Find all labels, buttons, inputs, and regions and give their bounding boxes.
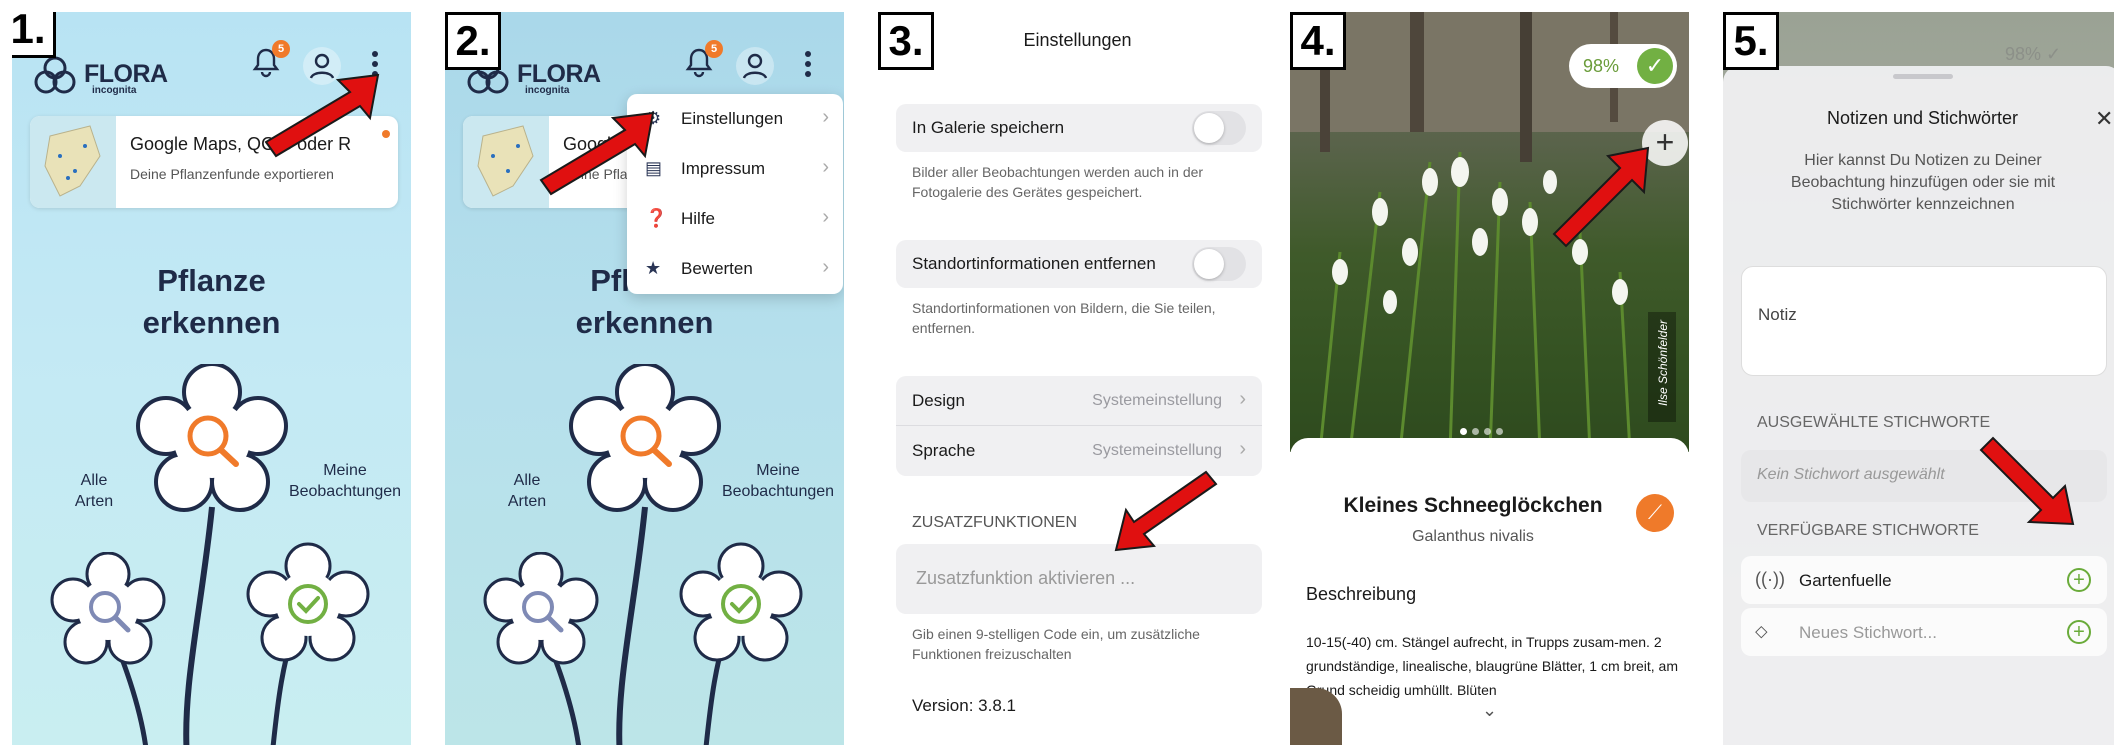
- edit-species-button[interactable]: ⟋: [1636, 494, 1674, 532]
- tag-icon: ⬦: [1755, 621, 1768, 641]
- add-tag-icon[interactable]: +: [2067, 620, 2091, 644]
- add-tag-icon[interactable]: +: [2067, 568, 2091, 592]
- description-heading: Beschreibung: [1306, 584, 1417, 604]
- menu-item-help[interactable]: ❓ Hilfe ›: [627, 194, 843, 244]
- sheet-title: Notizen und Stichwörter: [1826, 108, 2019, 128]
- page-title: Einstellungen: [1023, 30, 1132, 50]
- chevron-right-icon: ›: [822, 156, 829, 178]
- identify-plant-heading: Pflanze erkennen: [142, 263, 281, 340]
- more-vertical-icon: [805, 51, 811, 77]
- red-arrow-pointer: [264, 73, 380, 158]
- location-toggle[interactable]: [1192, 247, 1246, 281]
- language-row[interactable]: Sprache Systemeinstellung ›: [896, 426, 1262, 476]
- screenshot-home: 1. FLORA incognita 5 Google Maps, QGIS o…: [12, 12, 411, 745]
- logo-subtitle: incognita: [92, 85, 137, 96]
- chevron-right-icon: ›: [1239, 438, 1246, 460]
- photo-credit: Ilse Schönfelder: [1648, 312, 1676, 422]
- appearance-group: Design Systemeinstellung › Sprache Syste…: [896, 376, 1262, 476]
- close-icon[interactable]: ✕: [2095, 106, 2113, 132]
- chevron-right-icon: ›: [822, 206, 829, 228]
- broadcast-icon: ((·)): [1755, 569, 1785, 589]
- plant-info-sheet: Kleines Schneeglöckchen Galanthus nivali…: [1290, 438, 1689, 745]
- my-observations-label: Meine Beobachtungen: [721, 462, 835, 500]
- description-text: 10-15(-40) cm. Stängel aufrecht, in Trup…: [1306, 634, 1678, 698]
- profile-button[interactable]: [735, 46, 775, 91]
- red-arrow-pointer: [1552, 146, 1650, 248]
- all-species-button[interactable]: [50, 551, 166, 668]
- step-number: 3.: [878, 12, 934, 70]
- card-subtitle: Deine Pflanzenfunde exportieren: [130, 166, 334, 182]
- star-icon: ★: [645, 258, 662, 278]
- step-number: 5.: [1723, 12, 1779, 70]
- species-search-icon: [50, 551, 166, 665]
- gallery-setting-row: In Galerie speichern: [896, 104, 1262, 152]
- expand-chevron-icon[interactable]: ⌄: [1482, 700, 1497, 721]
- more-menu-button[interactable]: [803, 50, 813, 85]
- available-tags-heading: VERFÜGBARE STICHWORTE: [1757, 522, 1979, 539]
- chevron-right-icon: ›: [822, 256, 829, 278]
- chevron-right-icon: ›: [822, 106, 829, 128]
- gallery-note: Bilder aller Beobachtungen werden auch i…: [912, 164, 1204, 200]
- notification-badge: 5: [272, 40, 290, 58]
- my-observations-button[interactable]: [679, 542, 803, 666]
- checkmark-icon: ✓: [1637, 48, 1673, 84]
- app-version: Version: 3.8.1: [912, 696, 1016, 715]
- gallery-toggle[interactable]: [1192, 111, 1246, 145]
- sheet-intro: Hier kannst Du Notizen zu Deiner Beobach…: [1790, 152, 2056, 213]
- red-arrow-pointer: [539, 111, 655, 196]
- flower-logo-icon: [34, 56, 76, 94]
- notification-badge: 5: [705, 40, 723, 58]
- design-row[interactable]: Design Systemeinstellung ›: [896, 376, 1262, 426]
- red-arrow-pointer: [1114, 470, 1218, 552]
- extra-functions-heading: ZUSATZFUNKTIONEN: [912, 514, 1078, 531]
- step-number: 4.: [1290, 12, 1346, 70]
- red-arrow-pointer: [1979, 436, 2075, 526]
- new-tag-row[interactable]: ⬦ Neues Stichwort... +: [1741, 608, 2107, 656]
- all-species-label: Alle Arten: [507, 472, 547, 510]
- search-flower-icon: [569, 362, 721, 512]
- logo-subtitle: incognita: [525, 85, 570, 96]
- note-textarea[interactable]: Notiz: [1741, 266, 2107, 376]
- map-thumbnail: [30, 116, 116, 208]
- plant-latin-name: Galanthus nivalis: [1412, 528, 1534, 545]
- observations-check-icon: [246, 542, 370, 662]
- screenshot-settings: 3. Einstellungen In Galerie speichern Bi…: [878, 12, 1277, 745]
- all-species-button[interactable]: [483, 551, 599, 668]
- all-species-label: Alle Arten: [74, 472, 114, 510]
- screenshot-plant-detail: 98% ✓ + Ilse Schönfelder Kleines Schneeg…: [1290, 12, 1689, 745]
- ghost-confidence: 98% ✓: [2005, 44, 2062, 64]
- location-note: Standortinformationen von Bildern, die S…: [912, 300, 1216, 336]
- location-setting-row: Standortinformationen entfernen: [896, 240, 1262, 288]
- step-number: 1.: [12, 12, 56, 58]
- screenshot-menu-open: 2. FLORA incognita 5 Google Maps, QGIS o…: [445, 12, 844, 745]
- help-icon: ❓: [645, 208, 668, 228]
- confidence-badge: 98% ✓: [1569, 44, 1677, 88]
- plant-thumbnail[interactable]: [1290, 688, 1342, 745]
- plant-name: Kleines Schneeglöckchen: [1343, 494, 1603, 517]
- identify-flower-button[interactable]: [569, 362, 721, 516]
- tag-row-gartenfuelle[interactable]: ((·)) Gartenfuelle +: [1741, 556, 2107, 604]
- my-observations-button[interactable]: [246, 542, 370, 666]
- screenshot-notes-tags: 98% ✓ Notizen und Stichwörter ✕ Hier kan…: [1723, 12, 2114, 745]
- observations-check-icon: [679, 542, 803, 662]
- identify-flower-button[interactable]: [136, 362, 288, 516]
- chevron-right-icon: ›: [1239, 388, 1246, 410]
- sheet-drag-handle[interactable]: [1893, 74, 1953, 79]
- menu-item-rate[interactable]: ★ Bewerten ›: [627, 244, 843, 294]
- notification-bell-button[interactable]: 5: [683, 40, 723, 83]
- notes-sheet: Notizen und Stichwörter ✕ Hier kannst Du…: [1723, 66, 2114, 745]
- my-observations-label: Meine Beobachtungen: [288, 462, 402, 500]
- search-flower-icon: [136, 362, 288, 512]
- step-number: 2.: [445, 12, 501, 70]
- user-icon: [736, 47, 774, 85]
- species-search-icon: [483, 551, 599, 665]
- extra-function-note: Gib einen 9-stelligen Code ein, um zusät…: [912, 626, 1200, 662]
- selected-tags-heading: AUSGEWÄHLTE STICHWORTE: [1757, 414, 1991, 431]
